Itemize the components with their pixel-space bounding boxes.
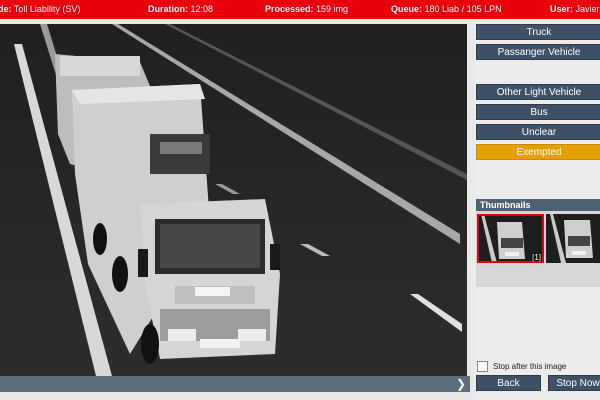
stop-after-checkbox[interactable]: [477, 361, 488, 372]
truck-button[interactable]: Truck: [476, 24, 600, 40]
duration-status: Duration: 12:08: [148, 4, 214, 14]
mode-status: de: Toll Liability (SV): [0, 4, 81, 14]
thumbnail-2-image: [546, 214, 600, 263]
unclear-button[interactable]: Unclear: [476, 124, 600, 140]
viewport-navigation-bar: ❯: [0, 376, 470, 392]
back-button[interactable]: Back: [476, 375, 541, 391]
exempted-button[interactable]: Exempted: [476, 144, 600, 160]
status-bar: de: Toll Liability (SV) Duration: 12:08 …: [0, 0, 600, 19]
passenger-vehicle-button[interactable]: Passanger Vehicle: [476, 44, 600, 60]
thumbnails-header: Thumbnails: [476, 199, 600, 211]
vehicle-image-viewport[interactable]: [0, 24, 467, 376]
thumbnails-strip: [1]: [476, 211, 600, 287]
chevron-right-icon[interactable]: ❯: [454, 376, 468, 392]
thumbnail-1-label: [1]: [531, 253, 542, 262]
thumbnail-1[interactable]: [1]: [477, 214, 544, 263]
stop-after-option[interactable]: Stop after this image: [477, 361, 566, 372]
stop-after-label: Stop after this image: [493, 362, 567, 371]
processed-status: Processed: 159 img: [265, 4, 349, 14]
thumbnail-2[interactable]: [546, 214, 600, 263]
queue-status: Queue: 180 Liab / 105 LPN: [391, 4, 502, 14]
user-status: User: Javier N: [550, 4, 600, 14]
stop-now-button[interactable]: Stop Now: [548, 375, 600, 391]
truck-camera-image: [0, 24, 467, 376]
bus-button[interactable]: Bus: [476, 104, 600, 120]
other-light-vehicle-button[interactable]: Other Light Vehicle: [476, 84, 600, 100]
